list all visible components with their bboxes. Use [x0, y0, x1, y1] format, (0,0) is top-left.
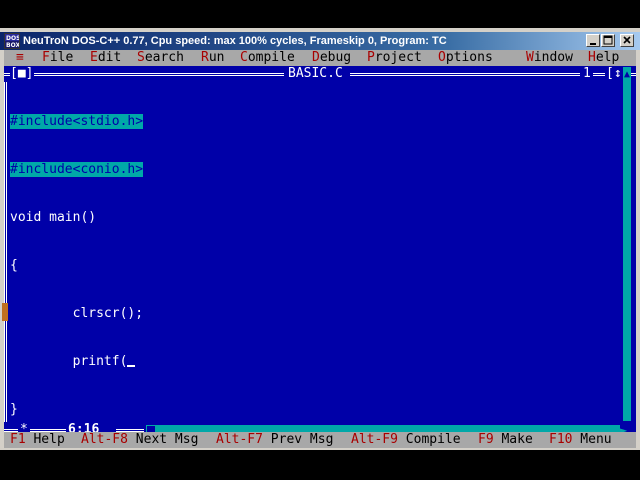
menu-help[interactable]: Help	[588, 50, 619, 66]
editor-filename: BASIC.C	[288, 66, 343, 81]
menu-run[interactable]: Run	[201, 50, 224, 66]
frame-border	[593, 73, 605, 76]
editor-close-box[interactable]: [■]	[10, 66, 33, 82]
menu-options[interactable]: Options	[438, 50, 493, 66]
status-compile[interactable]: Alt-F9 Compile	[351, 432, 461, 448]
editor-frame-top: [■] BASIC.C 1 [↕]	[4, 66, 636, 82]
menu-bar: ≡ File Edit Search Run Compile Debug Pro…	[4, 50, 636, 66]
minimize-button[interactable]	[586, 34, 600, 47]
code-line: void main()	[10, 210, 97, 225]
code-line: #include<stdio.h>	[10, 114, 144, 129]
code-line: clrscr();	[10, 306, 144, 321]
frame-border	[34, 73, 284, 76]
menu-debug[interactable]: Debug	[312, 50, 351, 66]
svg-text:DOS: DOS	[6, 35, 19, 42]
menu-window[interactable]: Window	[526, 50, 573, 66]
mouse-pointer-marker	[2, 303, 8, 321]
frame-border	[350, 73, 580, 76]
status-make[interactable]: F9 Make	[478, 432, 533, 448]
menu-edit[interactable]: Edit	[90, 50, 121, 66]
code-editor[interactable]: #include<stdio.h> #include<conio.h> void…	[10, 82, 626, 448]
code-line: {	[10, 258, 18, 273]
code-line: printf(	[10, 354, 626, 370]
menu-compile[interactable]: Compile	[240, 50, 295, 66]
status-menu[interactable]: F10 Menu	[549, 432, 612, 448]
maximize-button[interactable]	[601, 34, 615, 47]
system-menu[interactable]: ≡	[16, 50, 24, 66]
dosbox-icon[interactable]: DOS BOX	[4, 33, 20, 49]
svg-text:BOX: BOX	[6, 42, 19, 48]
status-help[interactable]: F1 Help	[10, 432, 65, 448]
dos-screen: ≡ File Edit Search Run Compile Debug Pro…	[4, 50, 636, 448]
menu-file[interactable]: File	[42, 50, 73, 66]
menu-search[interactable]: Search	[137, 50, 184, 66]
code-line: #include<conio.h>	[10, 162, 144, 177]
vertical-scrollbar[interactable]	[623, 83, 631, 421]
text-cursor	[127, 365, 136, 367]
close-button[interactable]	[620, 34, 634, 47]
code-line: }	[10, 402, 18, 417]
status-bar: F1 Help Alt-F8 Next Msg Alt-F7 Prev Msg …	[4, 432, 636, 448]
status-next-msg[interactable]: Alt-F8 Next Msg	[81, 432, 198, 448]
window-title: NeuTroN DOS-C++ 0.77, Cpu speed: max 100…	[23, 35, 447, 47]
window-number: 1	[583, 66, 591, 81]
frame-left-border	[4, 82, 7, 422]
title-bar[interactable]: DOS BOX NeuTroN DOS-C++ 0.77, Cpu speed:…	[0, 32, 640, 50]
status-prev-msg[interactable]: Alt-F7 Prev Msg	[216, 432, 333, 448]
menu-project[interactable]: Project	[367, 50, 422, 66]
scroll-up-arrow-icon[interactable]: ▲	[623, 67, 631, 83]
editor-window: [■] BASIC.C 1 [↕] #include<stdio.h> #inc…	[4, 66, 636, 422]
